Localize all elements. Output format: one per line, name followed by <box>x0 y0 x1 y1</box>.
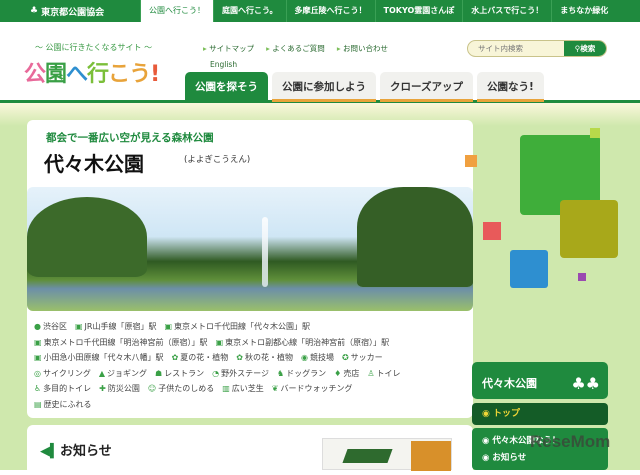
top-tab[interactable]: 公園へ行こう！ <box>140 0 213 22</box>
site-search: ⚲検索 <box>467 40 607 57</box>
tree-icon: ♣♣ <box>571 374 600 393</box>
site-logo[interactable]: 公園へ行こう! <box>24 56 160 88</box>
flower-icon: ✿ <box>171 353 179 362</box>
sidebar-item-news[interactable]: ◉ お知らせ <box>482 450 608 467</box>
info-item: ◎ サイクリング <box>34 368 91 378</box>
toilet-icon: ♙ <box>367 368 375 378</box>
sidebar-title-text: 代々木公園 <box>482 377 537 390</box>
shop-icon: ♦ <box>334 368 342 378</box>
news-heading: ◀▍お知らせ <box>40 444 112 459</box>
info-item: ✿ 夏の花・植物 <box>171 353 229 362</box>
accessible-icon: ♿ <box>34 384 42 393</box>
train-icon: ▣ <box>34 337 42 347</box>
info-item: ◉ 競技場 <box>300 353 334 362</box>
history-icon: ▤ <box>34 399 42 409</box>
info-item: ☺ 子供たのしめる <box>147 384 215 393</box>
nav-park-now[interactable]: 公園なう! <box>476 72 544 102</box>
info-item: ▥ 広い芝生 <box>222 384 264 393</box>
park-subtitle: 都会で一番広い空が見える森林公園 <box>46 132 214 144</box>
main-nav: 公園を探そう 公園に参加しよう クローズアップ 公園なう! <box>185 72 544 102</box>
deco-square <box>465 155 477 167</box>
top-tab[interactable]: TOKYO霊園さんぽ <box>374 0 463 22</box>
search-button[interactable]: ⚲検索 <box>564 41 606 56</box>
megaphone-icon: ◀▍ <box>40 444 60 459</box>
deco-square <box>578 273 586 281</box>
info-item: ◔ 野外ステージ <box>212 368 269 378</box>
nav-find-park[interactable]: 公園を探そう <box>185 72 268 102</box>
info-item: ♞ ドッグラン <box>276 368 327 378</box>
info-item: ✿ 秋の花・植物 <box>236 353 293 362</box>
park-info-list: ● 渋谷区 ▣ JR山手線「原宿」駅 ▣ 東京メトロ千代田線「代々木公園」駅 ▣ 東京メトロ… <box>34 319 464 412</box>
train-icon: ▣ <box>164 322 173 331</box>
park-reading: (よよぎこうえん) <box>184 155 251 165</box>
news-thumbnail[interactable] <box>322 438 452 471</box>
info-item: ✚ 防災公園 <box>99 384 140 393</box>
sitemap-link[interactable]: サイトマップ <box>203 43 254 54</box>
org-link[interactable]: ♣ 東京都公園協会 <box>0 5 140 18</box>
contact-link[interactable]: お問い合わせ <box>337 43 388 54</box>
sidebar-title: 代々木公園 ♣♣ <box>472 362 608 399</box>
info-item: ♦ 売店 <box>334 368 360 378</box>
deco-square <box>510 250 548 288</box>
nav-join-park[interactable]: 公園に参加しよう <box>272 72 376 102</box>
info-item: ▤ 歴史にふれる <box>34 399 92 409</box>
cycling-icon: ◎ <box>34 368 41 378</box>
train-icon: ▣ <box>215 337 224 347</box>
deco-square <box>483 222 501 240</box>
restaurant-icon: ☗ <box>154 368 163 378</box>
jogging-icon: ▲ <box>98 368 105 378</box>
utility-links: サイトマップ よくあるご質問 お問い合わせ <box>203 43 388 54</box>
info-item: ▣ 小田急小田原線「代々木八幡」駅 <box>34 353 164 362</box>
park-title: 代々木公園 <box>44 152 144 176</box>
info-item: ▣ 東京メトロ千代田線「代々木公園」駅 <box>164 322 311 331</box>
english-link[interactable]: English <box>210 60 237 69</box>
info-item: ▣ JR山手線「原宿」駅 <box>74 322 157 331</box>
top-tab[interactable]: 多摩丘陵へ行こう！ <box>285 0 375 22</box>
park-photo <box>27 187 473 311</box>
info-item: ♙ トイレ <box>367 368 401 378</box>
info-item: ✪ サッカー <box>341 353 383 362</box>
deco-square <box>560 200 618 258</box>
stage-icon: ◔ <box>212 368 220 378</box>
top-tab[interactable]: 水上バスで行こう！ <box>462 0 551 22</box>
info-item: ♿ 多目的トイレ <box>34 384 92 393</box>
top-tab[interactable]: 庭園へ行こう。 <box>213 0 286 22</box>
info-item: ☗ レストラン <box>154 368 205 378</box>
train-icon: ▣ <box>34 353 42 362</box>
faq-link[interactable]: よくあるご質問 <box>266 43 325 54</box>
info-item: ▲ ジョギング <box>98 368 147 378</box>
train-icon: ▣ <box>74 322 83 331</box>
tagline: 〜 公園に行きたくなるサイト 〜 <box>35 43 153 52</box>
info-item: ▣ 東京メトロ副都心線「明治神宮前（原宿）」駅 <box>215 337 390 347</box>
dog-icon: ♞ <box>276 368 285 378</box>
lawn-icon: ▥ <box>222 384 230 393</box>
top-tab[interactable]: まちなか緑化 <box>551 0 616 22</box>
search-label: 検索 <box>580 44 596 53</box>
pin-icon: ● <box>34 322 41 331</box>
search-input[interactable] <box>468 41 563 56</box>
watermark: ReseMom <box>530 432 611 451</box>
info-item: ● 渋谷区 <box>34 322 67 331</box>
disaster-icon: ✚ <box>99 384 106 393</box>
nav-closeup[interactable]: クローズアップ <box>380 72 473 102</box>
deco-square <box>590 128 600 138</box>
bird-icon: ❦ <box>271 384 279 393</box>
sidebar-item-top[interactable]: ◉ トップ <box>472 403 608 425</box>
leaf-icon: ♣ <box>30 6 39 16</box>
stadium-icon: ◉ <box>300 353 308 362</box>
flower-icon: ✿ <box>236 353 243 362</box>
top-bar: ♣ 東京都公園協会 公園へ行こう！ 庭園へ行こう。 多摩丘陵へ行こう！ TOKYO… <box>0 0 640 22</box>
kids-icon: ☺ <box>147 384 157 393</box>
soccer-icon: ✪ <box>341 353 349 362</box>
org-name: 東京都公園協会 <box>41 7 105 18</box>
info-item: ▣ 東京メトロ千代田線「明治神宮前（原宿）」駅 <box>34 337 208 347</box>
info-item: ❦ バードウォッチング <box>271 384 353 393</box>
